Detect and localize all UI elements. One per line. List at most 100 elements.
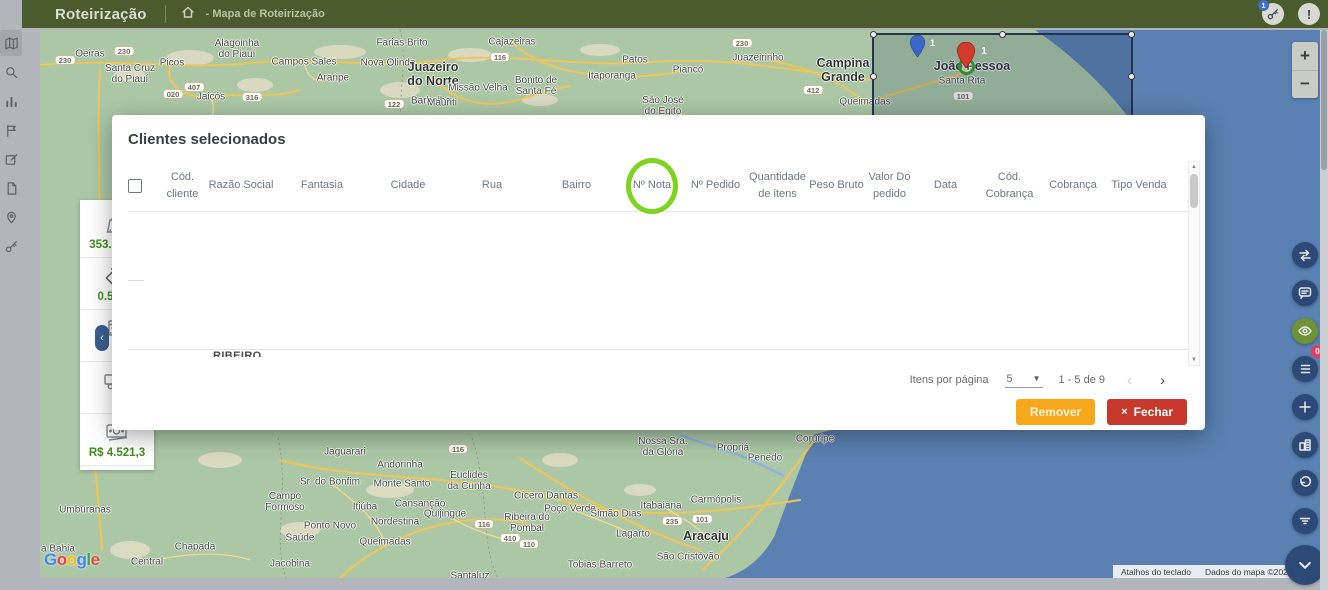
road-shield: 116	[474, 519, 494, 529]
resize-handle[interactable]	[870, 31, 877, 38]
app-header: Roteirização - Mapa de Roteirização 1 !	[22, 0, 1328, 28]
modal-title: Clientes selecionados	[128, 115, 1189, 160]
caret-down-icon: ▼	[1033, 374, 1041, 383]
map-icon	[4, 36, 19, 51]
close-button[interactable]: × Fechar	[1107, 399, 1187, 425]
sidebar-item-key[interactable]	[0, 233, 22, 259]
road-shield: 101	[692, 514, 713, 524]
left-sidebar	[0, 0, 22, 590]
road-shield: 316	[242, 92, 263, 102]
page-scrollbar[interactable]	[1320, 30, 1328, 590]
scroll-thumb[interactable]	[1190, 174, 1198, 208]
building-button[interactable]	[1292, 432, 1318, 458]
settings-key-button[interactable]: 1	[1262, 3, 1284, 25]
sidebar-item-file[interactable]	[0, 175, 22, 201]
scroll-down-arrow[interactable]: ▼	[1189, 355, 1199, 365]
next-page-button[interactable]: ›	[1154, 372, 1171, 389]
map-city-label: Queimadas	[359, 536, 410, 547]
map-marker-red[interactable]: 1	[957, 42, 975, 73]
column-header-4: Cidade	[366, 177, 450, 194]
zoom-out-button[interactable]: −	[1292, 71, 1318, 99]
column-header-8: Nº Pedido	[685, 177, 746, 194]
breadcrumb: - Mapa de Roteirização	[206, 8, 325, 20]
map-city-label: Campo Formoso	[265, 491, 304, 513]
items-per-page-label: Itens por página	[910, 374, 989, 386]
road-shield: 020	[163, 89, 184, 99]
filter-button[interactable]	[1292, 508, 1318, 534]
map-city-label: Monte Santo	[374, 478, 431, 489]
column-header-12: Data	[915, 177, 976, 194]
map-city-label: Itaporanga	[588, 70, 636, 81]
map-city-label: Andorinha	[377, 459, 423, 470]
alert-button[interactable]: !	[1298, 3, 1320, 25]
map-city-label: Jaicós	[197, 91, 225, 102]
pin-icon	[4, 210, 19, 225]
map-city-label: Picos	[160, 57, 184, 68]
list-button[interactable]	[1292, 356, 1318, 382]
road-shield: 110	[519, 539, 539, 549]
collapse-toolbar-button[interactable]	[1285, 545, 1325, 585]
home-icon[interactable]	[180, 4, 196, 25]
google-logo[interactable]: Google	[44, 550, 100, 570]
list-icon	[1297, 361, 1313, 377]
sidebar-item-chart[interactable]	[0, 88, 22, 114]
map-city-label: Umburanas	[59, 504, 111, 515]
road-shield: 122	[384, 99, 405, 109]
clipped-row-text: RIBEIRO	[213, 350, 1189, 357]
map-city-label: Central	[131, 556, 163, 567]
bar-chart-icon	[4, 94, 19, 109]
undo-button[interactable]	[1292, 470, 1318, 496]
remove-button[interactable]: Remover	[1016, 399, 1095, 425]
map-city-label: Patos	[622, 54, 648, 65]
chat-button[interactable]	[1292, 280, 1318, 306]
add-button[interactable]	[1292, 394, 1318, 420]
select-all-checkbox[interactable]	[128, 179, 142, 193]
route-button[interactable]	[1292, 242, 1318, 268]
resize-handle[interactable]	[1128, 73, 1135, 80]
map-city-label: Cícero Dantas	[514, 490, 578, 501]
map-marker-blue[interactable]: 1	[910, 35, 925, 62]
map-city-label: Ponto Novo	[304, 520, 356, 531]
notification-badge: 1	[1258, 0, 1269, 11]
plus-icon	[1297, 399, 1313, 415]
map-city-label: Missão Velha	[448, 82, 507, 93]
flag-icon	[4, 123, 19, 138]
building-icon	[1297, 437, 1313, 453]
keyboard-shortcuts-link[interactable]: Atalhos do teclado	[1121, 567, 1191, 577]
column-header-1: Cód. cliente	[161, 169, 204, 202]
column-header-10: Peso Bruto	[809, 177, 864, 194]
row-divider	[128, 280, 144, 281]
sidebar-item-pin[interactable]	[0, 204, 22, 230]
road-shield: 230	[114, 46, 135, 56]
pagination-bar: Itens por página 5 ▼ 1 - 5 de 9 ‹ ›	[128, 369, 1189, 391]
map-city-label: Coruripe	[796, 433, 834, 444]
map-city-label: Araripe	[317, 72, 349, 83]
modal-scrollbar[interactable]: ▲ ▼	[1188, 161, 1200, 366]
map-city-label: Cansanção	[395, 498, 446, 509]
column-header-5: Rua	[450, 177, 534, 194]
previous-page-button[interactable]: ‹	[1121, 372, 1138, 389]
sidebar-item-edit[interactable]	[0, 146, 22, 172]
sidebar-item-map[interactable]	[0, 30, 22, 56]
sidebar-item-flag[interactable]	[0, 117, 22, 143]
map-city-label: Alagoinha do Piauí	[215, 38, 259, 60]
page-size-select[interactable]: 5 ▼	[1005, 373, 1043, 388]
map-city-label: Euclides da Cunha	[447, 470, 490, 492]
map-city-label: Simão Dias	[590, 508, 641, 519]
scroll-up-arrow[interactable]: ▲	[1189, 162, 1199, 172]
resize-handle[interactable]	[870, 73, 877, 80]
map-city-label: Piancó	[673, 64, 704, 75]
map-city-label: Oeiras	[75, 48, 104, 59]
resize-handle[interactable]	[999, 31, 1006, 38]
zoom-in-button[interactable]: +	[1292, 42, 1318, 71]
collapse-panel-button[interactable]: ‹	[95, 325, 109, 351]
map-city-label: Saúde	[286, 532, 315, 543]
edit-icon	[4, 152, 19, 167]
column-header-7: Nº Nota	[619, 177, 685, 194]
resize-handle[interactable]	[1128, 31, 1135, 38]
filter-icon	[1297, 513, 1313, 529]
map-city-label: Santaluz	[451, 570, 490, 578]
visibility-button-active[interactable]	[1292, 318, 1318, 344]
road-shield: 230	[55, 55, 76, 65]
sidebar-item-search[interactable]	[0, 59, 22, 85]
